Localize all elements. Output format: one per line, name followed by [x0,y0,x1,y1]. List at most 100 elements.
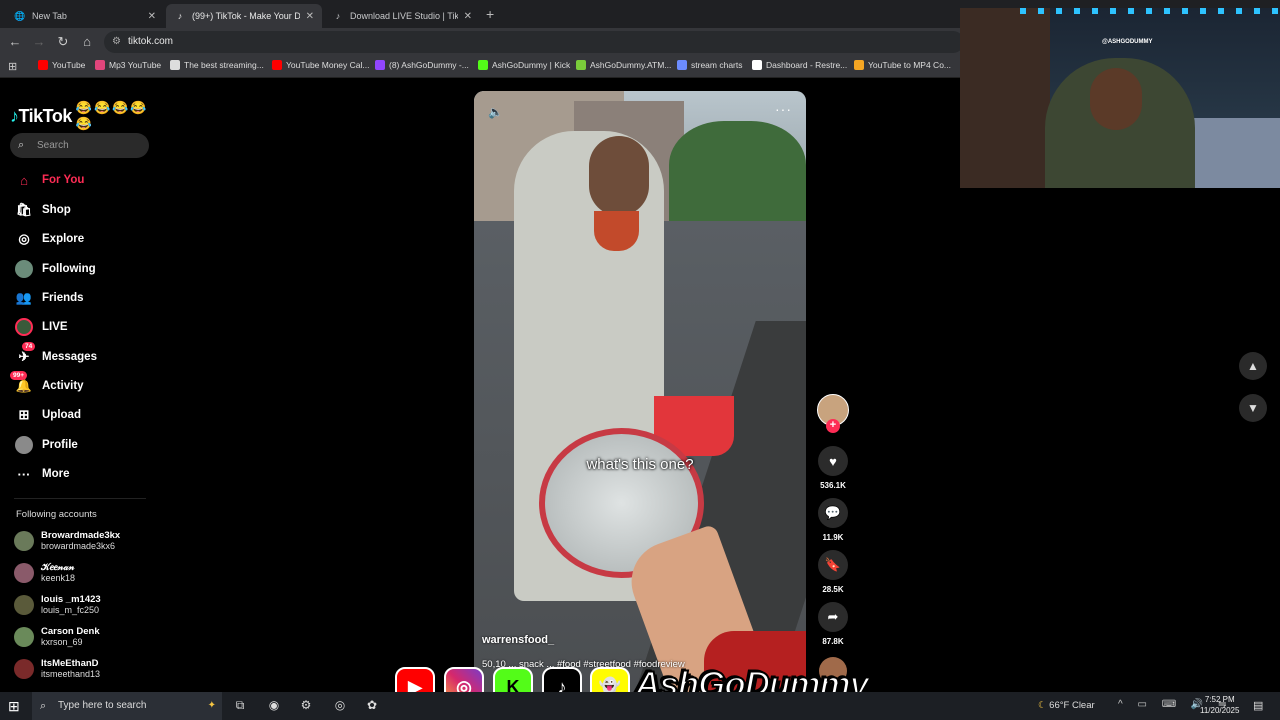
nav-profile[interactable]: Profile [14,434,78,456]
windows-start-icon[interactable]: ⊞ [8,698,20,715]
obs-icon[interactable]: ◎ [332,698,348,712]
apps-grid-icon[interactable]: ⊞ [8,60,17,73]
following-account[interactable]: louis _m1423 louis_m_fc250 [14,592,101,618]
close-tab-icon[interactable]: ✕ [306,11,314,22]
windows-taskbar: ⊞ ⌕ Type here to search ✦ ⧉ ◉ ⚙ ◎ ✿ ☾ 66… [0,692,1280,720]
save-button[interactable]: 🔖 28.5K [816,550,850,594]
bookmark-favicon-icon [478,60,488,70]
globe-icon: 🌐 [14,10,26,21]
video-frame [669,121,806,231]
tab-new-tab[interactable]: 🌐 New Tab ✕ [6,4,164,28]
system-clock[interactable]: 7:52 PM 11/20/2025 [1200,694,1239,716]
following-account[interactable]: Carson Denk kxrson_69 [14,624,100,650]
next-video-button[interactable]: ▼ [1239,394,1267,422]
address-bar[interactable]: ⚙ tiktok.com [104,31,964,53]
shop-icon: 🛍 [15,202,33,217]
nav-messages[interactable]: ✈ 74 Messages [14,342,97,368]
activity-badge: 99+ [10,371,28,380]
bookmark-favicon-icon [272,60,282,70]
more-options-icon[interactable]: ··· [775,101,792,117]
search-icon: ⌕ [18,139,25,151]
weather-widget[interactable]: ☾ 66°F Clear [1038,700,1095,711]
follow-plus-icon[interactable]: + [826,419,840,433]
task-view-icon[interactable]: ⧉ [232,698,248,713]
share-button[interactable]: ➦ 87.8K [816,602,850,646]
following-account[interactable]: 𝒦𝑒𝑒𝓃𝒶𝓃 keenk18 [14,560,75,586]
bookmark-favicon-icon [576,60,586,70]
nav-for-you[interactable]: ⌂ For You [14,169,84,191]
bookmark-youtube-money[interactable]: YouTube Money Cal... [272,60,369,70]
bookmark-stream-charts[interactable]: stream charts [677,60,743,70]
back-icon[interactable]: ← [7,34,23,49]
copilot-icon[interactable]: ✿ [364,698,380,712]
bookmark-favicon-icon [170,60,180,70]
following-account[interactable]: ItsMeEthanD itsmeethand13 [14,656,100,682]
tiktok-icon: ♪ [177,11,183,21]
notification-icon[interactable]: ▤ [1253,699,1263,712]
moon-icon: ☾ [1038,700,1050,711]
bookmark-favicon-icon [854,60,864,70]
volume-icon[interactable]: 🔈 [488,105,503,119]
previous-video-button[interactable]: ▲ [1239,352,1267,380]
video-frame [594,211,639,251]
search-icon: ⌕ [40,700,47,712]
video-frame [589,136,649,216]
wall-sign: @ASHGODUMMY [1102,39,1153,45]
taskbar-search-input[interactable]: ⌕ Type here to search ✦ [32,692,222,720]
chevron-down-icon: ▼ [1247,401,1259,415]
sparkle-icon: ✦ [207,700,216,711]
search-input[interactable]: ⌕ Search [10,133,149,158]
avatar [14,627,34,647]
tab-tiktok[interactable]: ♪ (99+) TikTok - Make Your Day ✕ [166,4,322,28]
compass-icon: ◎ [18,231,30,246]
tiktok-icon: ♪ [335,11,341,21]
bookmark-twitch[interactable]: (8) AshGoDummy -... [375,60,469,70]
forward-icon[interactable]: → [31,34,47,49]
home-icon[interactable]: ⌂ [79,34,95,49]
following-account[interactable]: Browardmade3kx browardmade3kx6 [14,528,120,554]
like-button[interactable]: ♥ 536.1K [816,446,850,490]
video-player[interactable]: 🔈 ··· what's this one? warrensfood_ 50,1… [474,91,806,692]
bookmark-atm[interactable]: AshGoDummy.ATM... [576,60,671,70]
bookmark-best-streaming[interactable]: The best streaming... [170,60,264,70]
live-icon [14,317,34,337]
steam-icon[interactable]: ⚙ [298,698,314,712]
avatar [14,563,34,583]
bookmark-restream[interactable]: Dashboard - Restre... [752,60,847,70]
nav-explore[interactable]: ◎ Explore [14,228,84,250]
video-author[interactable]: warrensfood_ [482,634,554,646]
webcam-frame [960,8,1050,188]
avatar [14,659,34,679]
new-tab-button[interactable]: + [486,6,494,22]
heart-icon: ♥ [818,446,848,476]
nav-following[interactable]: Following [14,258,96,280]
tab-live-studio[interactable]: ♪ Download LIVE Studio | TikTok ✕ [324,4,480,28]
comment-button[interactable]: 💬 11.9K [816,498,850,542]
nav-friends[interactable]: 👥 Friends [14,287,84,309]
bookmark-mp3-youtube[interactable]: Mp3 YouTube [95,60,161,70]
avatar [14,595,34,615]
messages-badge: 74 [22,342,36,351]
site-info-icon[interactable]: ⚙ [112,31,121,53]
following-accounts-title: Following accounts [16,509,97,520]
nav-shop[interactable]: 🛍 Shop [14,199,71,221]
nav-more[interactable]: ··· More [14,463,70,485]
close-tab-icon[interactable]: ✕ [148,11,156,22]
comment-icon: 💬 [818,498,848,528]
nav-live[interactable]: LIVE [14,316,68,338]
bookmark-favicon-icon [752,60,762,70]
tiktok-logo[interactable]: ♪ TikTok 😂😂😂😂😂 [10,100,160,132]
profile-icon [14,435,34,455]
led-lights [1020,8,1280,14]
nav-activity[interactable]: 🔔 99+ Activity [10,371,84,397]
chevron-up-icon: ▲ [1247,359,1259,373]
sidebar-divider [14,498,146,499]
bookmark-yt-mp4[interactable]: YouTube to MP4 Co... [854,60,951,70]
reload-icon[interactable]: ↻ [55,34,71,50]
nav-upload[interactable]: ⊞ Upload [14,404,81,426]
close-tab-icon[interactable]: ✕ [464,11,472,22]
app-icon[interactable]: ◉ [266,698,282,712]
bookmark-youtube[interactable]: YouTube [38,60,85,70]
bookmark-icon: 🔖 [818,550,848,580]
bookmark-kick[interactable]: AshGoDummy | Kick [478,60,570,70]
